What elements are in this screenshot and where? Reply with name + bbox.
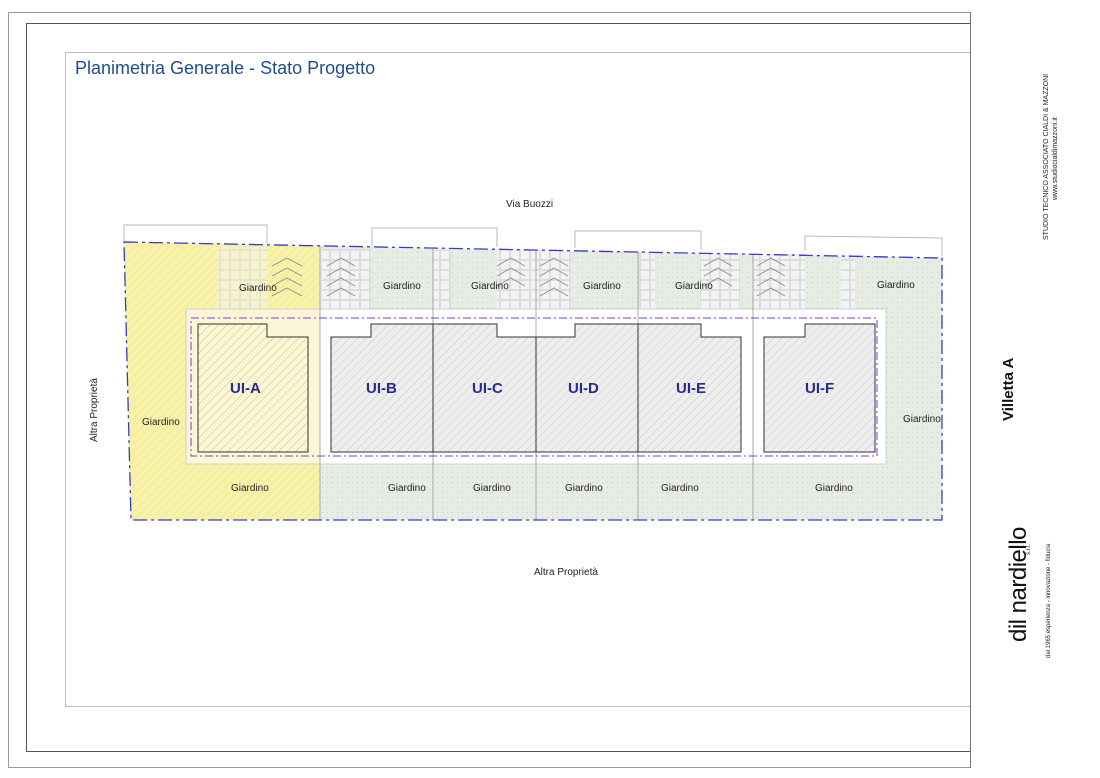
garden-label-top-b: Giardino xyxy=(383,281,421,292)
garden-label-top-e: Giardino xyxy=(675,281,713,292)
studio-website: www.studiocialdimazzoni.it xyxy=(1052,117,1059,200)
unit-label-e: UI-E xyxy=(676,380,706,397)
studio-name: STUDIO TECNICO ASSOCIATO CIALDI & MAZZON… xyxy=(1043,73,1050,240)
garden-label-top-c: Giardino xyxy=(471,281,509,292)
unit-label-c: UI-C xyxy=(472,380,503,397)
unit-label-f: UI-F xyxy=(805,380,835,397)
garden-label-top-a: Giardino xyxy=(239,283,277,294)
left-property-label: Altra Proprietà xyxy=(89,378,100,442)
garden-label-bottom-a: Giardino xyxy=(231,483,269,494)
unit-label-a: UI-A xyxy=(230,380,261,397)
garden-label-top-f: Giardino xyxy=(877,280,915,291)
street-label: Via Buozzi xyxy=(506,199,554,210)
garden-label-bottom-d: Giardino xyxy=(565,483,603,494)
page-title: Planimetria Generale - Stato Progetto xyxy=(75,58,376,78)
garden-label-bottom-e: Giardino xyxy=(661,483,699,494)
garden-label-right: Giardino xyxy=(903,414,941,425)
building-name: Villetta A xyxy=(1000,357,1017,421)
garden-label-bottom-b: Giardino xyxy=(388,483,426,494)
garden-label-bottom-c: Giardino xyxy=(473,483,511,494)
site-plan xyxy=(123,128,1052,703)
title-block xyxy=(970,12,1088,768)
company-tagline: dal 1965 esperienza - innovazione - fidu… xyxy=(1046,543,1052,658)
bottom-property-label: Altra Proprietà xyxy=(534,567,598,578)
garden-label-top-d: Giardino xyxy=(583,281,621,292)
garden-label-bottom-f: Giardino xyxy=(815,483,853,494)
unit-label-b: UI-B xyxy=(366,380,397,397)
garden-label-left: Giardino xyxy=(142,417,180,428)
company-suffix: s.r.l. xyxy=(1026,543,1032,555)
unit-label-d: UI-D xyxy=(568,380,599,397)
